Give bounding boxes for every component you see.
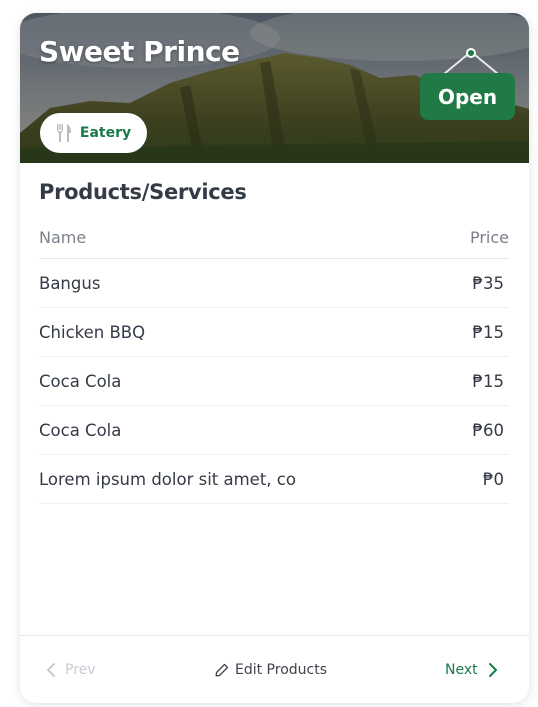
table-row: Lorem ipsum dolor sit amet, co ₱0 [39,455,509,504]
sign-hanger-icon [443,48,499,75]
table-row: Chicken BBQ ₱15 [39,308,509,357]
edit-products-label: Edit Products [235,662,328,678]
chevron-left-icon [47,663,55,677]
pencil-icon [215,663,229,677]
chevron-right-icon [488,663,497,677]
product-name: Lorem ipsum dolor sit amet, co [39,469,296,489]
column-header-name: Name [39,228,87,247]
category-label: Eatery [79,125,132,141]
product-price: ₱60 [472,420,505,440]
next-button[interactable]: Next [445,656,498,684]
store-cover-image: Sweet Prince Eatery Open [20,13,529,163]
product-price: ₱15 [472,371,505,391]
edit-products-button[interactable]: Edit Products [215,656,327,684]
category-badge: Eatery [40,113,147,153]
table-row: Coca Cola ₱15 [39,357,509,406]
product-name: Coca Cola [39,371,122,391]
prev-button[interactable]: Prev [46,656,96,684]
product-name: Chicken BBQ [39,322,146,342]
product-price: ₱15 [472,322,505,342]
column-header-price: Price [469,228,509,247]
product-name: Bangus [39,273,101,293]
product-price: ₱0 [483,469,504,489]
prev-label: Prev [65,662,96,678]
product-name: Coca Cola [39,420,122,440]
product-price: ₱35 [472,273,505,293]
next-label: Next [445,662,478,678]
table-row: Coca Cola ₱60 [39,406,509,455]
store-card: Sweet Prince Eatery Open Products/Servic… [20,13,529,703]
products-title: Products/Services [39,180,247,204]
products-table: Bangus ₱35 Chicken BBQ ₱15 Coca Cola ₱15… [39,258,509,504]
fork-knife-icon [56,124,71,142]
store-name: Sweet Prince [39,35,240,68]
card-footer: Prev Edit Products Next [20,635,529,703]
open-status-sign: Open [420,73,515,120]
table-row: Bangus ₱35 [39,259,509,308]
